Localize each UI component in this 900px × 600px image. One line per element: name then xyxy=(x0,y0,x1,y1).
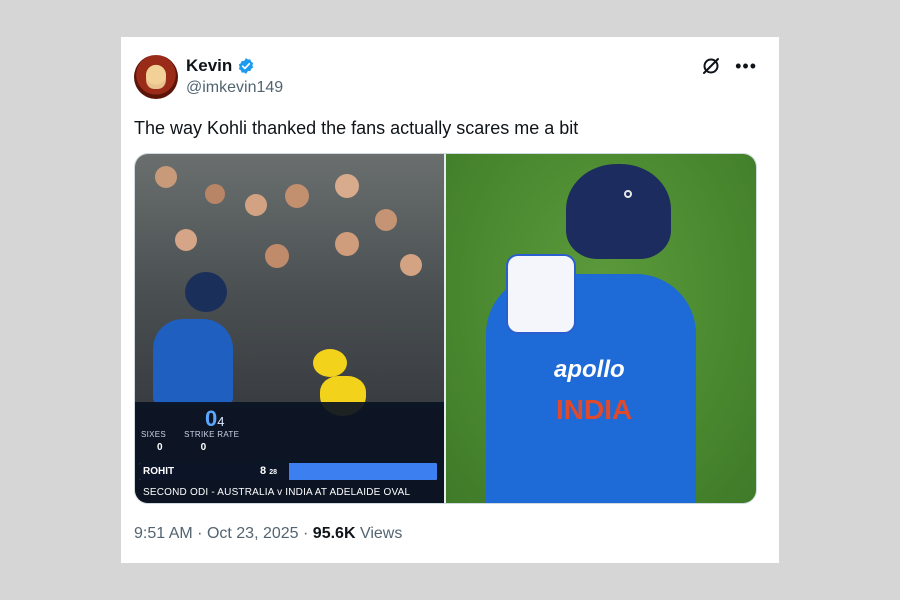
views-count: 95.6K xyxy=(312,525,356,542)
tweet-meta: 9:51 AM · Oct 23, 2025 · 95.6K Views xyxy=(134,525,402,543)
meta-separator: · xyxy=(303,525,309,542)
media-grid: 04 SIXES STRIKE RATE 00 ROHIT 8 28 SECOND… xyxy=(134,153,757,504)
header-actions: ••• xyxy=(701,56,757,76)
handle[interactable]: @imkevin149 xyxy=(186,79,283,97)
verified-badge-icon xyxy=(237,57,255,75)
scorecard-runs: 04 xyxy=(205,406,225,431)
author-row: Kevin xyxy=(186,56,255,76)
photo-left[interactable]: 04 SIXES STRIKE RATE 00 ROHIT 8 28 SECOND… xyxy=(135,154,444,503)
photo-right[interactable]: apollo INDIA xyxy=(446,154,756,503)
tweet-text: The way Kohli thanked the fans actually … xyxy=(134,118,579,138)
tweet-time[interactable]: 9:51 AM xyxy=(134,525,193,542)
more-options-icon[interactable]: ••• xyxy=(735,56,757,76)
batter-row xyxy=(139,463,437,480)
player-helmet-right xyxy=(566,164,671,259)
tweet-card: Kevin @imkevin149 ••• The way Kohli than… xyxy=(121,37,779,563)
jersey-sponsor: apollo xyxy=(554,356,625,383)
batter-score: 8 28 xyxy=(260,465,277,477)
display-name[interactable]: Kevin xyxy=(186,56,232,76)
grok-icon[interactable] xyxy=(701,56,721,76)
jersey-country: INDIA xyxy=(556,394,633,425)
player-helmet xyxy=(185,272,227,312)
helmet-badge-icon xyxy=(624,190,632,198)
tweet-date[interactable]: Oct 23, 2025 xyxy=(207,525,299,542)
batter-name: ROHIT xyxy=(143,466,175,477)
player-left xyxy=(153,319,233,404)
views-label: Views xyxy=(359,525,403,542)
scorecard-values: 00 xyxy=(157,442,207,453)
duck-mascot-head xyxy=(313,349,347,377)
avatar[interactable] xyxy=(134,55,178,99)
match-caption: SECOND ODI - AUSTRALIA v INDIA AT ADELAI… xyxy=(143,487,411,498)
batting-glove xyxy=(506,254,576,334)
meta-separator: · xyxy=(197,525,203,542)
scorecard-labels: SIXES STRIKE RATE xyxy=(141,430,240,439)
